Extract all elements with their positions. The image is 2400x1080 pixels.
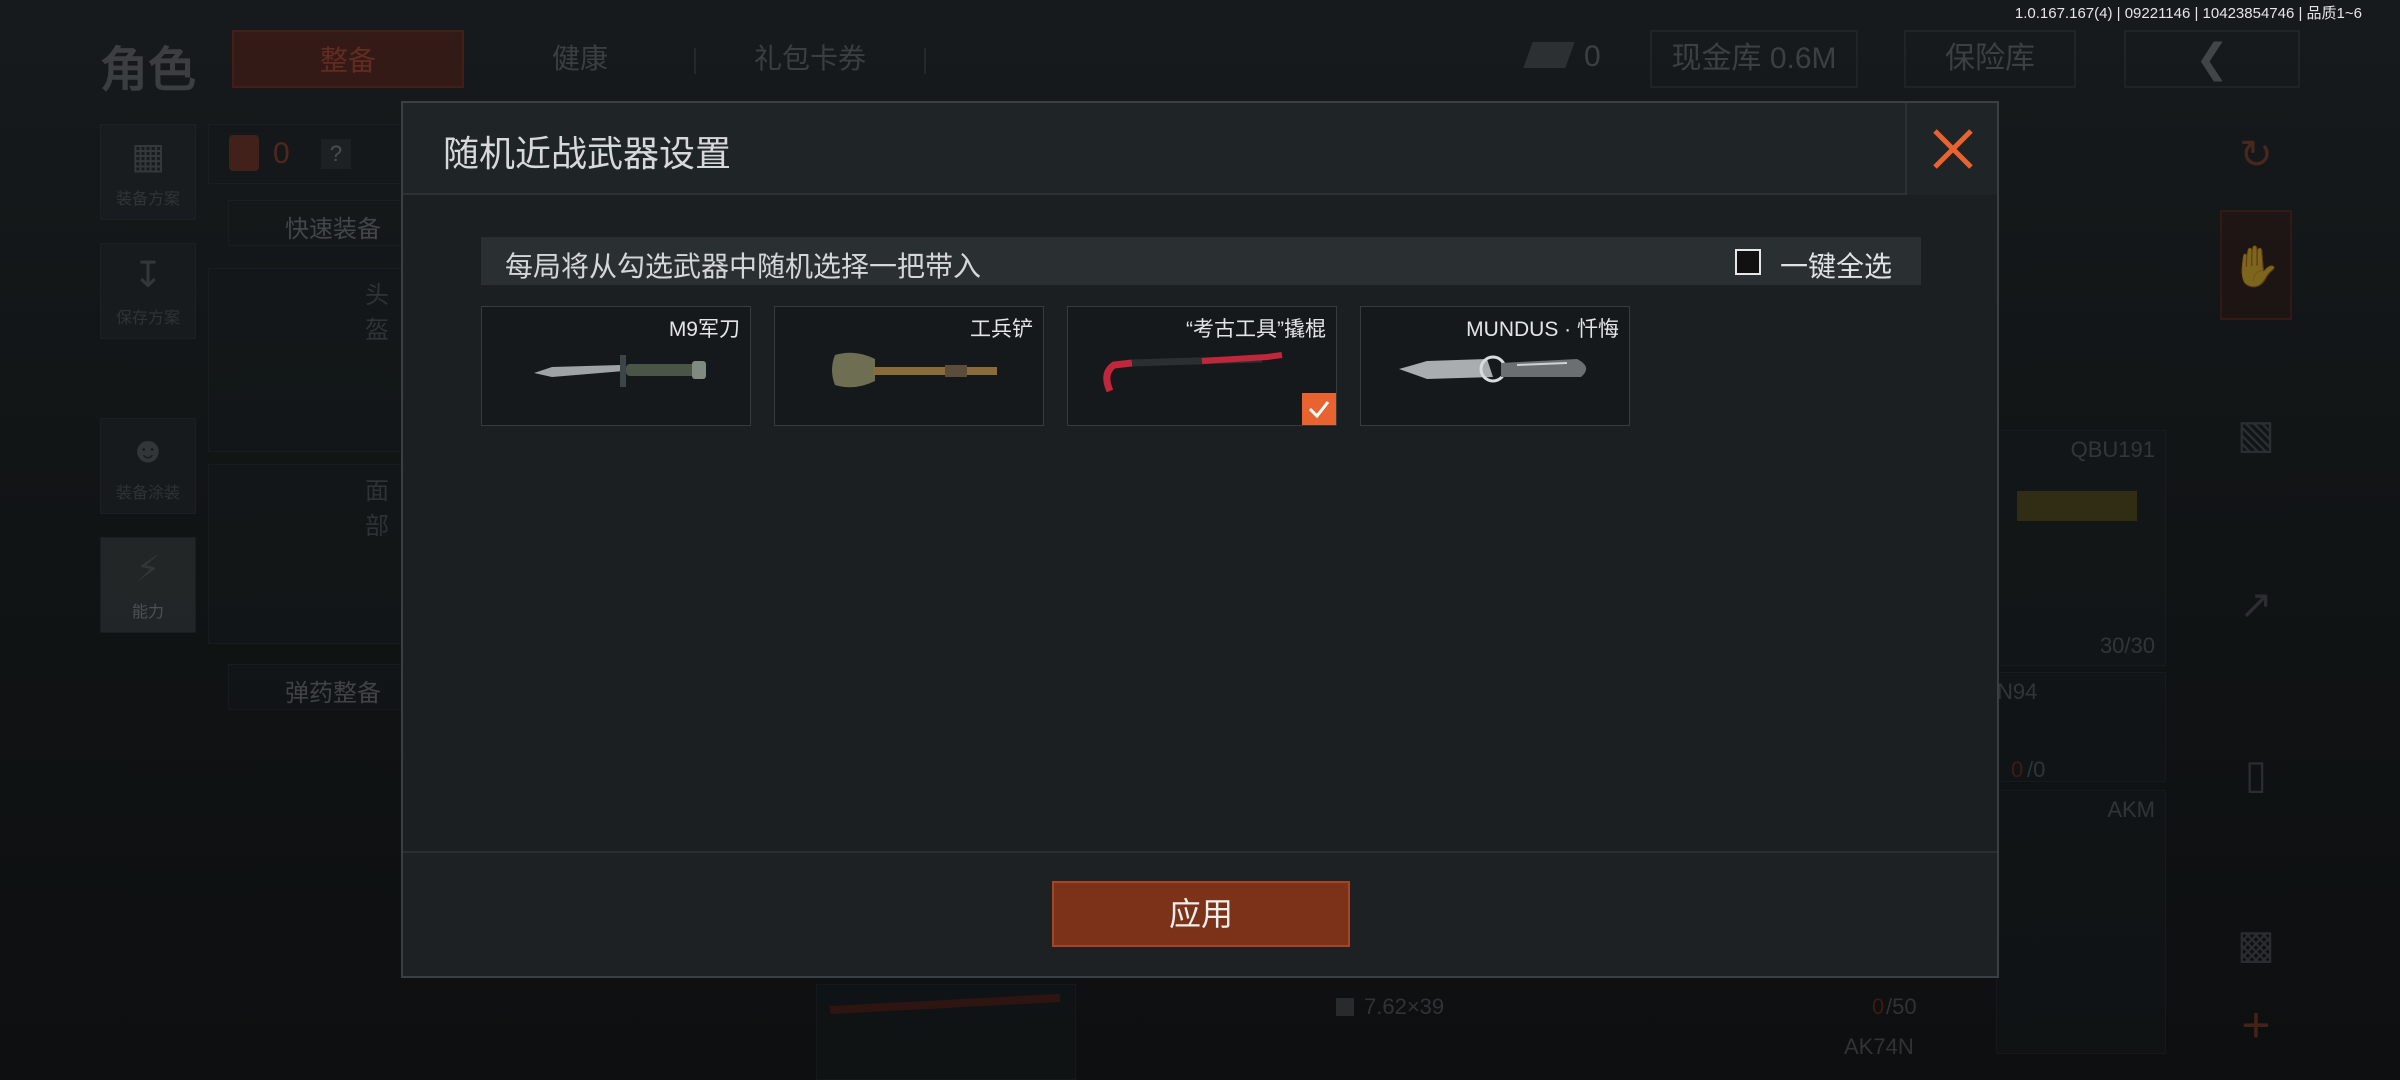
select-all-toggle[interactable]: 一键全选: [1735, 243, 1895, 282]
select-all-checkbox[interactable]: [1735, 249, 1761, 275]
cash-icon: [1523, 42, 1575, 68]
tab-divider: [694, 48, 696, 74]
dialog-header: 随机近战武器设置: [403, 103, 1997, 195]
help-icon[interactable]: ?: [321, 139, 351, 169]
tab-divider: [924, 48, 926, 74]
random-melee-dialog: 随机近战武器设置 每局将从勾选武器中随机选择一把带入 一键全选 M9军刀 工兵铲: [401, 101, 1999, 978]
ornate-knife-icon: [1399, 355, 1587, 383]
nav-abilities[interactable]: ⚡ 能力: [100, 537, 196, 633]
refresh-icon[interactable]: ↻: [2220, 100, 2292, 210]
face-slot[interactable]: 面部: [208, 464, 408, 644]
weapon-name: 工兵铲: [970, 318, 1033, 341]
weapon-name: M9军刀: [668, 318, 740, 341]
info-text: 每局将从勾选武器中随机选择一把带入: [505, 251, 982, 282]
weapon-name: MUNDUS · 忏悔: [1466, 318, 1619, 341]
ammo-equip-button[interactable]: 弹药整备: [228, 664, 408, 710]
armor-icon: [229, 135, 259, 171]
tab-loadout[interactable]: 整备: [232, 30, 464, 88]
rifle-icon: [2017, 491, 2137, 521]
weapon-card-shovel[interactable]: 工兵铲: [774, 306, 1044, 426]
add-icon[interactable]: +: [2220, 970, 2292, 1080]
magazine-nav-icon[interactable]: ▯: [2220, 720, 2292, 830]
quick-equip-button[interactable]: 快速装备: [228, 200, 408, 246]
dialog-footer: 应用: [403, 851, 1997, 976]
nav-skins[interactable]: ☻ 装备涂装: [100, 418, 196, 514]
currency-value: 0: [1584, 40, 1601, 73]
back-button[interactable]: ❮: [2124, 30, 2300, 88]
version-text: 1.0.167.167(4) | 09221146 | 10423854746 …: [2014, 5, 2362, 22]
gun-nav-icon[interactable]: ↗: [2220, 550, 2292, 660]
checkmark-icon: [1308, 401, 1330, 419]
helmet-slot[interactable]: 头盔: [208, 268, 408, 452]
hand-icon[interactable]: ✋: [2220, 210, 2292, 320]
close-button[interactable]: [1905, 103, 1997, 195]
info-bar: 每局将从勾选武器中随机选择一把带入 一键全选: [481, 237, 1921, 285]
ammo-box-icon: [1336, 998, 1354, 1016]
weapon-card-mundus[interactable]: MUNDUS · 忏悔: [1360, 306, 1630, 426]
insurance-vault-button[interactable]: 保险库: [1904, 30, 2076, 88]
armor-nav-icon[interactable]: ▧: [2220, 380, 2292, 490]
nav-save-plan[interactable]: ↧ 保存方案: [100, 243, 196, 339]
close-icon: [1933, 129, 1973, 169]
tab-coupons[interactable]: 礼包卡券: [720, 30, 900, 88]
dialog-title: 随机近战武器设置: [443, 133, 732, 174]
weapon-card-crowbar[interactable]: “考古工具”撬棍: [1067, 306, 1337, 426]
apply-button[interactable]: 应用: [1052, 881, 1350, 947]
crowbar-icon: [1103, 352, 1283, 393]
page-title: 角色: [100, 44, 197, 97]
armor-panel: 0 ?: [208, 124, 408, 184]
weapon-name: “考古工具”撬棍: [1186, 318, 1326, 341]
ammo-caliber-row: 7.62×39 0 /50: [1330, 994, 1930, 1024]
weapon-card-m9[interactable]: M9军刀: [481, 306, 751, 426]
cash-vault-button[interactable]: 现金库 0.6M: [1650, 30, 1858, 88]
weapon-slot-qbu[interactable]: QBU191 30/30: [1996, 430, 2166, 666]
shovel-icon: [832, 352, 997, 388]
nav-loadout-plan[interactable]: ▦ 装备方案: [100, 124, 196, 220]
tab-health[interactable]: 健康: [500, 30, 660, 88]
checked-badge: [1302, 393, 1336, 425]
soldier-icon: ☻: [129, 429, 167, 470]
download-icon: ↧: [132, 254, 164, 295]
weapon-slot-n94[interactable]: N94 0 /0: [1996, 672, 2166, 782]
combat-knife-icon: [534, 355, 706, 387]
lightning-icon: ⚡: [135, 548, 161, 589]
weapon-ak74n-label: AK74N: [1844, 1034, 1914, 1059]
back-arrow-icon: ❮: [2195, 37, 2229, 81]
weapon-slot-akm[interactable]: AKM: [1996, 790, 2166, 1054]
vest-icon: ▦: [130, 135, 165, 176]
select-all-label: 一键全选: [1780, 251, 1893, 282]
armor-count: 0: [273, 137, 290, 170]
